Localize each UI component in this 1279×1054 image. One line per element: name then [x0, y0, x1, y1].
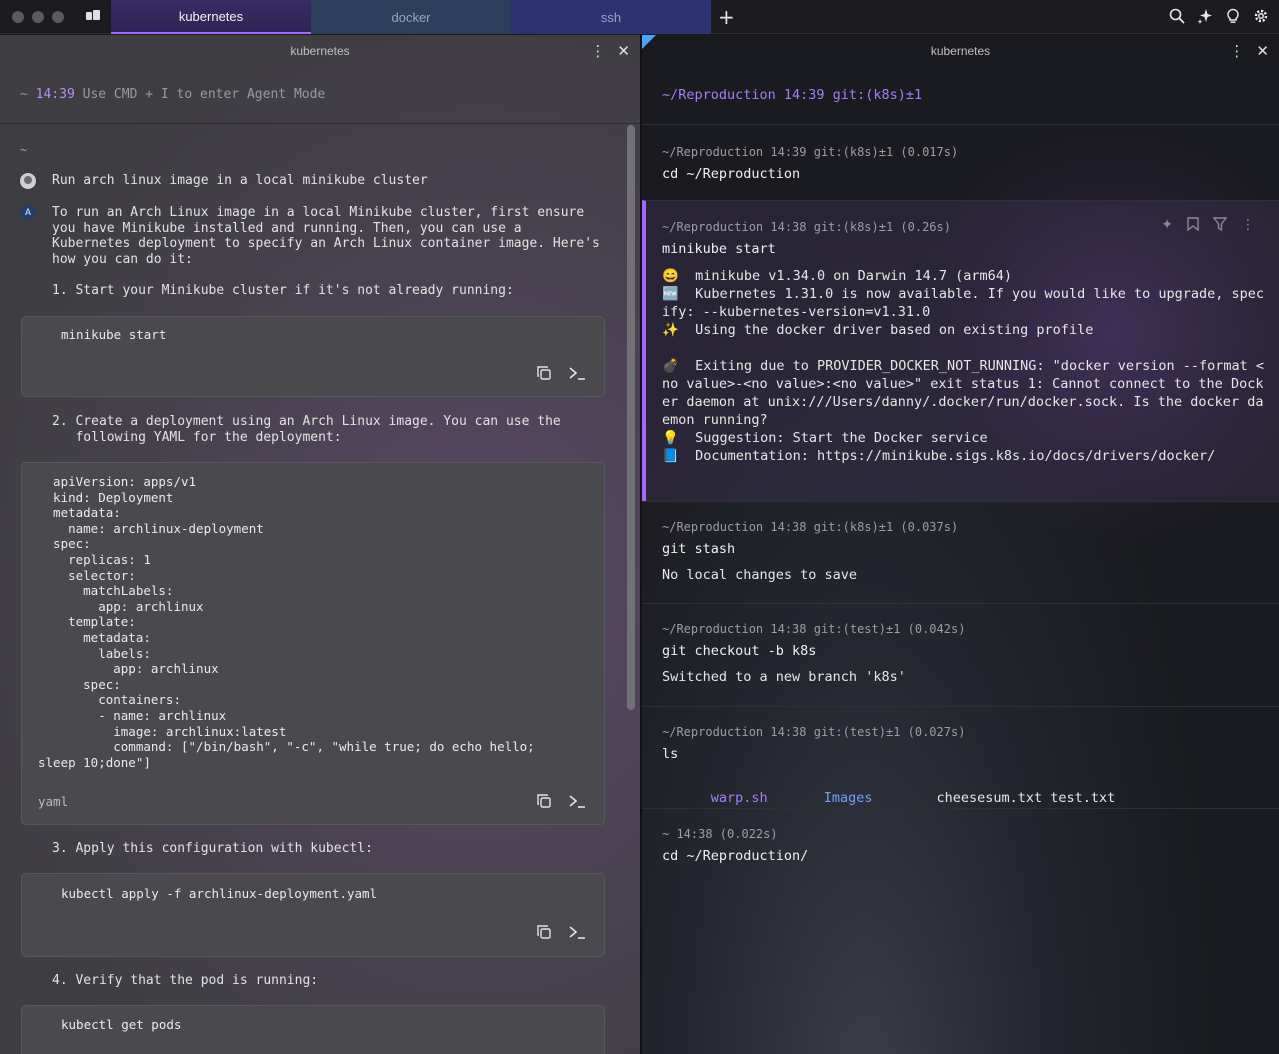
code-block-yaml: apiVersion: apps/v1 kind: Deployment met… — [21, 462, 605, 825]
block-meta: ~/Reproduction 14:38 git:(test)±1 (0.027… — [662, 725, 966, 739]
title-bar: kubernetes docker ssh + — [0, 0, 1279, 34]
prompt-hint: Use CMD + I to enter Agent Mode — [82, 87, 326, 102]
bookmark-icon[interactable] — [1187, 217, 1199, 235]
close-window-button[interactable] — [12, 11, 24, 23]
agent-prompt[interactable]: ~ 14:39 Use CMD + I to enter Agent Mode — [20, 87, 325, 102]
prompt-time: 14:39 — [35, 87, 75, 102]
more-options-icon[interactable]: ⋮ — [1229, 42, 1244, 60]
tab-label: docker — [391, 9, 431, 25]
command-block[interactable]: ~/Reproduction 14:38 git:(test)±1 (0.027… — [642, 706, 1279, 808]
copy-icon[interactable] — [536, 924, 552, 940]
pane-title: kubernetes — [930, 44, 991, 58]
block-meta: ~/Reproduction 14:39 git:(k8s)±1 (0.017s… — [662, 145, 959, 159]
ask-ai-icon[interactable]: ✦ — [1161, 217, 1173, 235]
code-block-3: kubectl apply -f archlinux-deployment.ya… — [21, 873, 605, 957]
ai-message: A To run an Arch Linux image in a local … — [20, 205, 600, 267]
run-in-terminal-icon[interactable] — [568, 793, 586, 809]
zoom-window-button[interactable] — [52, 11, 64, 23]
block-output: Switched to a new branch 'k8s' — [662, 669, 906, 685]
block-command: git stash — [662, 541, 736, 557]
block-command: cd ~/Reproduction/ — [662, 848, 809, 864]
window-controls — [12, 11, 64, 23]
tab-label: ssh — [600, 9, 622, 25]
close-pane-icon[interactable]: ✕ — [1256, 42, 1269, 60]
minimize-window-button[interactable] — [32, 11, 44, 23]
ai-message-text: To run an Arch Linux image in a local Mi… — [52, 205, 600, 267]
tab-overview-icon[interactable] — [86, 10, 100, 22]
prompt-path: ~ — [20, 87, 28, 102]
command-block-selected[interactable]: ~/Reproduction 14:38 git:(k8s)±1 (0.26s)… — [642, 200, 1279, 501]
terminal-pane: kubernetes ⋮ ✕ ~/Reproduction 14:39 git:… — [642, 35, 1279, 1054]
block-command: cd ~/Reproduction — [662, 166, 801, 182]
tab-label: kubernetes — [178, 8, 244, 24]
more-options-icon[interactable]: ⋮ — [590, 42, 605, 60]
copy-icon[interactable] — [536, 793, 552, 809]
code-block-4: kubectl get pods — [21, 1005, 605, 1054]
cwd-label: ~ — [20, 143, 28, 157]
lightbulb-icon[interactable] — [1225, 8, 1241, 24]
block-meta: ~/Reproduction 14:38 git:(test)±1 (0.042… — [662, 622, 966, 636]
user-message-text: Run arch linux image in a local minikube… — [52, 173, 428, 188]
run-in-terminal-icon[interactable] — [568, 365, 586, 381]
block-command: ls — [662, 746, 679, 762]
block-meta: ~/Reproduction 14:38 git:(k8s)±1 (0.037s… — [662, 520, 959, 534]
step-2: 2. Create a deployment using an Arch Lin… — [52, 414, 561, 445]
ls-item: cheesesum.txt — [936, 790, 1043, 806]
block-output: No local changes to save — [662, 567, 858, 583]
ls-item: warp.sh — [710, 790, 768, 806]
user-message: Run arch linux image in a local minikube… — [20, 173, 428, 189]
block-command: git checkout -b k8s — [662, 643, 817, 659]
pane-title: kubernetes — [290, 44, 350, 58]
copy-icon[interactable] — [536, 365, 552, 381]
terminal-prompt[interactable]: ~/Reproduction 14:39 git:(k8s)±1 — [662, 87, 922, 103]
pane-focus-indicator — [642, 35, 656, 49]
sparkle-icon[interactable] — [1197, 8, 1213, 24]
command-block[interactable]: ~/Reproduction 14:38 git:(k8s)±1 (0.037s… — [642, 501, 1279, 603]
agent-pane: kubernetes ⋮ ✕ ~ 14:39 Use CMD + I to en… — [0, 35, 640, 1054]
new-tab-button[interactable]: + — [718, 5, 735, 29]
code-language-label: yaml — [38, 794, 69, 809]
block-meta: ~/Reproduction 14:38 git:(k8s)±1 (0.26s) — [662, 220, 951, 234]
tab-ssh[interactable]: ssh — [511, 0, 711, 34]
close-pane-icon[interactable]: ✕ — [617, 42, 630, 60]
block-output: 😄 minikube v1.34.0 on Darwin 14.7 (arm64… — [662, 268, 1265, 464]
search-icon[interactable] — [1169, 8, 1185, 24]
tab-kubernetes[interactable]: kubernetes — [111, 0, 311, 34]
ai-avatar-icon: A — [20, 205, 36, 221]
step-1: 1. Start your Minikube cluster if it's n… — [52, 283, 514, 298]
run-in-terminal-icon[interactable] — [568, 924, 586, 940]
divider — [0, 123, 640, 124]
step-4: 4. Verify that the pod is running: — [52, 973, 319, 988]
tab-docker[interactable]: docker — [311, 0, 511, 34]
user-avatar — [20, 173, 36, 189]
command-block[interactable]: ~ 14:38 (0.022s) cd ~/Reproduction/ — [642, 808, 1279, 888]
code-block-1: minikube start — [21, 316, 605, 397]
ls-item: test.txt — [1050, 790, 1116, 806]
ls-item: Images — [823, 790, 873, 806]
code-text: apiVersion: apps/v1 kind: Deployment met… — [38, 474, 535, 770]
scrollbar[interactable] — [627, 125, 635, 710]
command-block[interactable]: ~/Reproduction 14:39 git:(k8s)±1 (0.017s… — [642, 124, 1279, 200]
block-command: minikube start — [662, 241, 776, 257]
code-text: kubectl get pods — [61, 1017, 182, 1032]
block-meta: ~ 14:38 (0.022s) — [662, 827, 778, 841]
step-3: 3. Apply this configuration with kubectl… — [52, 841, 373, 856]
filter-icon[interactable] — [1212, 217, 1228, 235]
more-options-icon[interactable]: ⋮ — [1241, 217, 1255, 235]
code-text: minikube start — [61, 327, 167, 342]
command-block[interactable]: ~/Reproduction 14:38 git:(test)±1 (0.042… — [642, 603, 1279, 706]
code-text: kubectl apply -f archlinux-deployment.ya… — [61, 886, 378, 901]
gear-icon[interactable] — [1253, 8, 1269, 24]
